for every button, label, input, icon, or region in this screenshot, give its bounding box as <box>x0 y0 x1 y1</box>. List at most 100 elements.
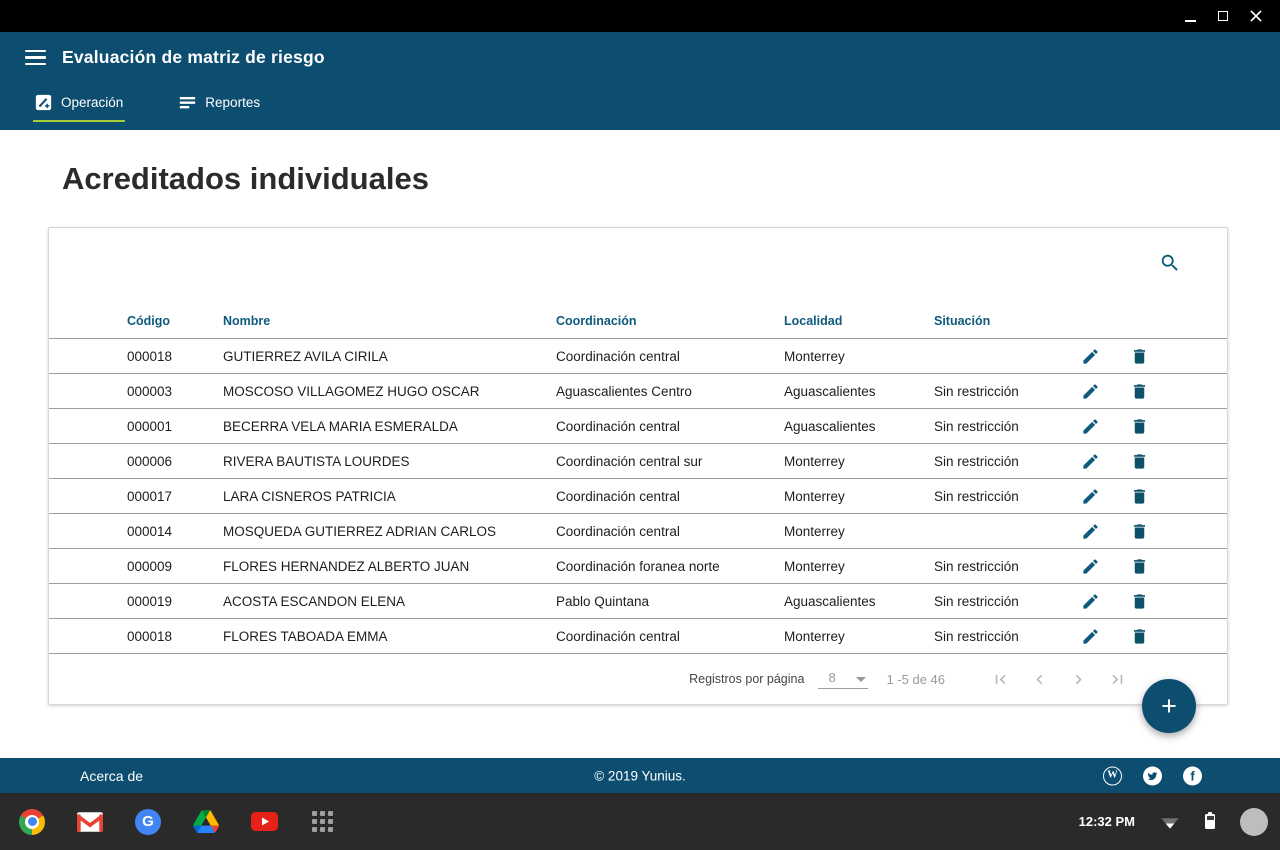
pagination-range: 1 -5 de 46 <box>886 672 945 687</box>
search-icon <box>1159 252 1181 274</box>
trash-icon <box>1130 452 1149 471</box>
column-header-localidad[interactable]: Localidad <box>784 314 934 328</box>
page-footer: Acerca de © 2019 Yunius. W f <box>0 758 1280 793</box>
table-row: 000009 FLORES HERNANDEZ ALBERTO JUAN Coo… <box>49 549 1227 584</box>
first-page-button[interactable] <box>991 670 1010 689</box>
cell-localidad: Monterrey <box>784 524 934 539</box>
google-icon[interactable]: G <box>134 808 162 836</box>
cell-nombre: MOSCOSO VILLAGOMEZ HUGO OSCAR <box>223 384 556 399</box>
cell-actions <box>1059 347 1227 366</box>
clock: 12:32 PM <box>1079 814 1135 829</box>
tab-operacion[interactable]: Operación <box>33 90 125 122</box>
facebook-icon[interactable]: f <box>1183 766 1202 785</box>
cell-codigo: 000018 <box>49 349 223 364</box>
edit-button[interactable] <box>1081 627 1100 646</box>
page-size-value: 8 <box>828 670 835 685</box>
rows-per-page-label: Registros por página <box>689 672 804 686</box>
edit-button[interactable] <box>1081 592 1100 611</box>
cell-localidad: Monterrey <box>784 349 934 364</box>
add-button[interactable]: + <box>1142 679 1196 733</box>
cell-coordinacion: Aguascalientes Centro <box>556 384 784 399</box>
page-size-select[interactable]: 8 <box>818 670 868 689</box>
minimize-button[interactable] <box>1178 4 1202 28</box>
chevron-left-icon <box>1030 670 1049 689</box>
previous-page-button[interactable] <box>1030 670 1049 689</box>
delete-button[interactable] <box>1130 627 1149 646</box>
battery-icon <box>1205 814 1215 829</box>
column-header-codigo[interactable]: Código <box>49 314 223 328</box>
screen: Evaluación de matriz de riesgo Operación <box>0 0 1280 850</box>
google-drive-icon[interactable] <box>192 808 220 836</box>
table-card: Código Nombre Coordinación Localidad Sit… <box>48 227 1228 705</box>
minimize-icon <box>1185 20 1196 22</box>
edit-button[interactable] <box>1081 557 1100 576</box>
main-content: Acreditados individuales Código Nombre C… <box>0 130 1280 758</box>
column-header-nombre[interactable]: Nombre <box>223 314 556 328</box>
cell-codigo: 000001 <box>49 419 223 434</box>
taskbar-apps: G <box>0 808 336 836</box>
cell-actions <box>1059 592 1227 611</box>
pencil-icon <box>1081 592 1100 611</box>
delete-button[interactable] <box>1130 522 1149 541</box>
cell-coordinacion: Coordinación central <box>556 419 784 434</box>
delete-button[interactable] <box>1130 592 1149 611</box>
pagination-bar: Registros por página 8 1 -5 de 46 <box>49 653 1227 705</box>
cell-situacion: Sin restricción <box>934 594 1059 609</box>
last-page-button[interactable] <box>1108 670 1127 689</box>
cell-localidad: Monterrey <box>784 629 934 644</box>
cell-coordinacion: Coordinación central <box>556 629 784 644</box>
copyright-text: © 2019 Yunius. <box>0 768 1280 783</box>
last-page-icon <box>1108 670 1127 689</box>
delete-button[interactable] <box>1130 557 1149 576</box>
menu-icon[interactable] <box>25 48 46 68</box>
delete-button[interactable] <box>1130 452 1149 471</box>
cell-localidad: Aguascalientes <box>784 419 934 434</box>
cell-codigo: 000006 <box>49 454 223 469</box>
edit-button[interactable] <box>1081 347 1100 366</box>
taskbar: G 12:32 P <box>0 793 1280 850</box>
account-avatar[interactable] <box>1240 808 1268 836</box>
cell-actions <box>1059 382 1227 401</box>
tab-label: Reportes <box>205 95 260 110</box>
table-row: 000001 BECERRA VELA MARIA ESMERALDA Coor… <box>49 409 1227 444</box>
column-header-situacion[interactable]: Situación <box>934 314 1059 328</box>
cell-nombre: LARA CISNEROS PATRICIA <box>223 489 556 504</box>
social-links: W f <box>1103 766 1202 785</box>
close-button[interactable] <box>1244 4 1268 28</box>
tab-reportes[interactable]: Reportes <box>177 90 262 122</box>
edit-button[interactable] <box>1081 452 1100 471</box>
wordpress-icon[interactable]: W <box>1103 766 1122 785</box>
delete-button[interactable] <box>1130 487 1149 506</box>
status-tray[interactable]: 12:32 PM <box>1079 808 1280 836</box>
search-button[interactable] <box>1159 252 1181 277</box>
maximize-button[interactable] <box>1211 4 1235 28</box>
edit-button[interactable] <box>1081 487 1100 506</box>
app-launcher-icon[interactable] <box>308 808 336 836</box>
cell-situacion: Sin restricción <box>934 419 1059 434</box>
cell-nombre: GUTIERREZ AVILA CIRILA <box>223 349 556 364</box>
edit-button[interactable] <box>1081 417 1100 436</box>
delete-button[interactable] <box>1130 417 1149 436</box>
trash-icon <box>1130 487 1149 506</box>
cell-localidad: Monterrey <box>784 489 934 504</box>
youtube-icon[interactable] <box>250 808 278 836</box>
cell-coordinacion: Coordinación central sur <box>556 454 784 469</box>
edit-button[interactable] <box>1081 382 1100 401</box>
edit-chart-icon <box>35 94 52 111</box>
delete-button[interactable] <box>1130 382 1149 401</box>
cell-situacion: Sin restricción <box>934 454 1059 469</box>
column-header-coordinacion[interactable]: Coordinación <box>556 314 784 328</box>
gmail-icon[interactable] <box>76 808 104 836</box>
list-lines-icon <box>179 94 196 111</box>
table-row: 000018 GUTIERREZ AVILA CIRILA Coordinaci… <box>49 339 1227 374</box>
next-page-button[interactable] <box>1069 670 1088 689</box>
cell-codigo: 000014 <box>49 524 223 539</box>
edit-button[interactable] <box>1081 522 1100 541</box>
maximize-icon <box>1218 11 1228 21</box>
chrome-icon[interactable] <box>18 808 46 836</box>
table-header-zone: Código Nombre Coordinación Localidad Sit… <box>49 228 1227 338</box>
table-body: 000018 GUTIERREZ AVILA CIRILA Coordinaci… <box>49 338 1227 653</box>
delete-button[interactable] <box>1130 347 1149 366</box>
pager-controls <box>991 670 1127 689</box>
twitter-icon[interactable] <box>1143 766 1162 785</box>
